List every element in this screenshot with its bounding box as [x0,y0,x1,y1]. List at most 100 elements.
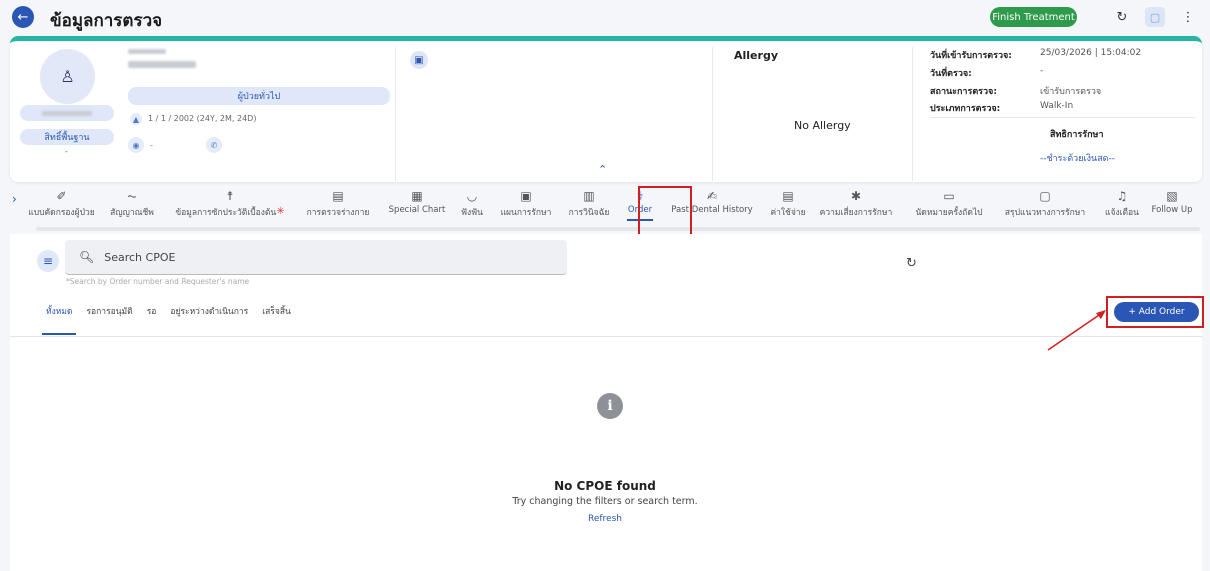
refresh-link[interactable]: Refresh [588,514,622,524]
tab-icon: ▭ [943,189,955,203]
avatar: ♙ [40,49,95,104]
tab-icon: ☨ [226,189,234,203]
tab-icon: ♫ [1116,189,1128,203]
tab-4[interactable]: ▦ Special Chart [387,188,447,215]
name-blur [128,49,166,54]
finish-treatment-button[interactable]: Finish Treatment [990,7,1077,27]
arrow-left-icon: ← [17,9,29,25]
tab-label: ข้อมูลการซักประวัติเบื้องต้น [175,208,277,218]
info-icon: i [597,393,623,419]
exam-type-label: ประเภทการตรวจ: [930,104,1001,114]
search-input[interactable] [104,250,525,264]
gender-icon: ◉ [128,137,144,153]
exam-date-label: วันที่ตรวจ: [930,69,972,79]
exam-status-label: สถานะการตรวจ: [930,87,997,97]
back-button[interactable]: ← [12,6,34,28]
annotation-arrow [1047,310,1106,351]
status-tab-waiting[interactable]: รอ [147,304,157,318]
order-tab-highlight [638,186,692,238]
tab-label-wrap: ข้อมูลการซักประวัติเบื้องต้น ✳ [175,204,284,219]
more-vertical-icon[interactable]: ⋮ [1178,7,1198,27]
tab-7[interactable]: ▥ การวินิจฉัย [565,188,613,219]
tab-10[interactable]: ▤ ค่าใช้จ่าย [767,188,809,219]
person-icon: ♙ [60,67,75,86]
tab-label: Follow Up [1151,205,1193,215]
tab-label: ค่าใช้จ่าย [770,208,806,218]
no-allergy-text: No Allergy [794,119,851,132]
tab-1[interactable]: ⏦ สัญญาณชีพ [101,188,163,219]
refresh-icon[interactable]: ↻ [906,256,917,271]
tab-label: สรุปแนวทางการรักษา [1004,208,1086,218]
calendar-icon: ▲ [130,113,142,125]
divider [912,47,913,181]
divider [712,47,713,181]
tabs-scrollbar[interactable] [36,227,1200,231]
tab-15[interactable]: ▧ Follow Up [1151,188,1193,215]
tab-label: แผนการรักษา [500,208,552,218]
tab-11[interactable]: ✱ ความเสี่ยงการรักษา [815,188,897,219]
status-tab-in-progress[interactable]: อยู่ระหว่างดำเนินการ [170,304,248,318]
square-icon[interactable]: ▢ [1145,7,1165,27]
tab-6[interactable]: ▣ แผนการรักษา [495,188,557,219]
phone-icon: ✆ [206,137,222,153]
search-hint: *Search by Order number and Requester's … [66,277,250,286]
search-icon: 🔍︎ [79,250,95,264]
tab-label: ฟังฟัน [461,208,483,218]
tab-label: การวินิจฉัย [568,208,610,218]
tab-label: แบบคัดกรองผู้ป่วย [28,208,95,218]
exam-type-value: Walk-In [1040,101,1074,111]
tab-icon: ⏦ [127,188,137,203]
status-tab-completed[interactable]: เสร็จสิ้น [262,304,291,318]
tab-3[interactable]: ▤ การตรวจร่างกาย [299,188,377,219]
divider [395,47,396,181]
tab-icon: ▦ [411,189,423,203]
tab-icon: ▤ [332,189,344,203]
tab-label: Special Chart [388,205,446,215]
tab-14[interactable]: ♫ แจ้งเตือน [1099,188,1145,219]
divider [930,117,1195,118]
tab-label: ความเสี่ยงการรักษา [819,208,893,218]
tab-icon: ▣ [520,189,532,203]
top-header: ← ข้อมูลการตรวจ Finish Treatment ↻ ▢ ⋮ [0,0,1210,36]
status-tabs: ทั้งหมด รอการอนุมัติ รอ อยู่ระหว่างดำเนิ… [41,304,305,335]
tab-2[interactable]: ☨ ข้อมูลการซักประวัติเบื้องต้น ✳ [171,188,289,219]
tab-label: นัดหมายครั้งถัดไป [915,208,983,218]
tab-icon: ▧ [1166,189,1178,203]
exam-date-value: - [1040,66,1044,76]
divider [10,336,1202,337]
filter-button[interactable]: ≡ [37,250,59,272]
tab-5[interactable]: ◡ ฟังฟัน [455,188,489,219]
tab-icon: ✐ [56,189,67,203]
search-box[interactable]: 🔍︎ [65,240,567,275]
name-blur-2 [128,61,196,68]
add-order-button[interactable]: + Add Order [1114,302,1199,322]
chevron-up-icon[interactable]: ⌃ [598,163,607,176]
note-icon[interactable]: ▣ [410,51,428,69]
section-tabs: ✐ แบบคัดกรองผู้ป่วย ⏦ สัญญาณชีพ ☨ ข้อมูลการซั… [28,188,1210,230]
empty-refresh-link: Refresh [0,514,1210,524]
exam-status-value: เข้ารับการตรวจ [1040,87,1102,97]
tab-label: แจ้งเตือน [1105,208,1139,218]
empty-subtitle: Try changing the filters or search term. [512,496,698,507]
tab-icon: ◡ [466,189,478,203]
treatment-rights-value[interactable]: --ชำระด้วยเงินสด-- [1040,151,1115,165]
tab-13[interactable]: ▢ สรุปแนวทางการรักษา [999,188,1091,219]
tab-icon: ▤ [782,189,794,203]
status-tab-pending-approval[interactable]: รอการอนุมัติ [86,304,132,318]
patient-card: ♙ สิทธิ์พื้นฐาน - ผู้ป่วยทั่วไป ▲ 1 / 1 … [10,36,1202,182]
required-icon: ✳ [276,206,285,217]
empty-title: No CPOE found [554,479,656,493]
visit-date-label: วันที่เข้ารับการตรวจ: [930,51,1012,61]
tab-icon: ▢ [1039,189,1051,203]
chevron-right-icon[interactable]: › [12,192,17,206]
app-root: ← ข้อมูลการตรวจ Finish Treatment ↻ ▢ ⋮ ♙… [0,0,1210,571]
rights-value: - [65,147,68,156]
status-tab-all[interactable]: ทั้งหมด [41,304,78,335]
refresh-icon[interactable]: ↻ [1112,7,1132,27]
tab-12[interactable]: ▭ นัดหมายครั้งถัดไป [907,188,991,219]
tab-0[interactable]: ✐ แบบคัดกรองผู้ป่วย [28,188,95,219]
extra-value: - [150,141,153,150]
tab-label: การตรวจร่างกาย [306,208,370,218]
page-title: ข้อมูลการตรวจ [50,11,163,31]
patient-type-pill: ผู้ป่วยทั่วไป [128,87,390,105]
